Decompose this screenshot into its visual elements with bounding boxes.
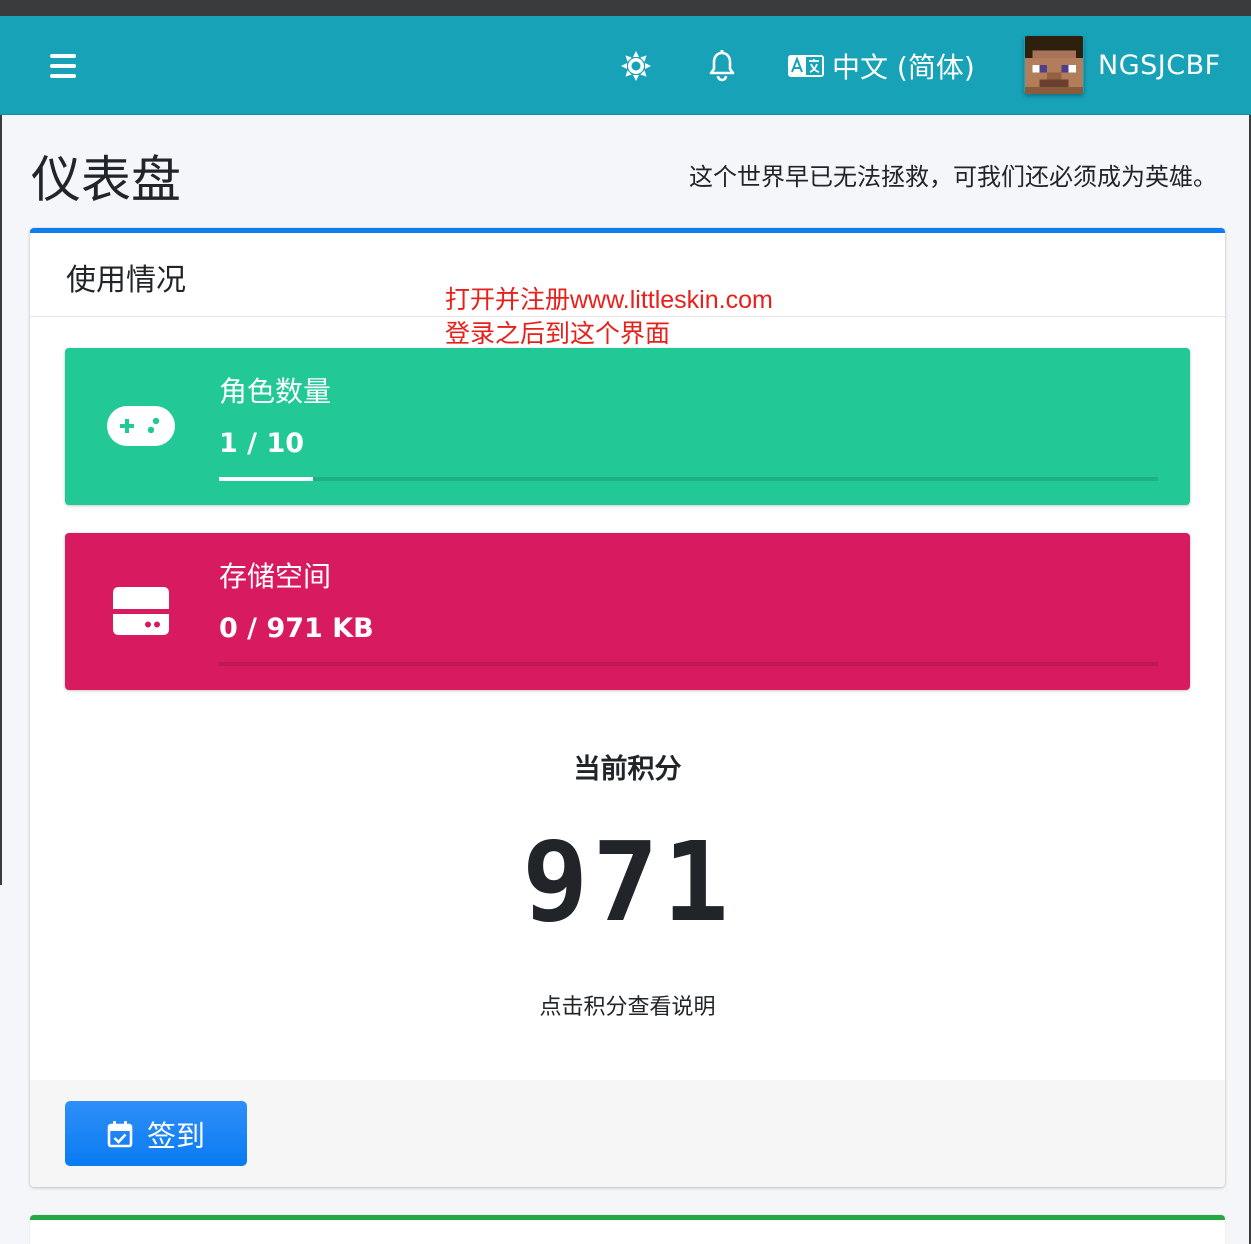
- username: NGSJCBF: [1098, 49, 1221, 81]
- storage-progress: [219, 662, 1158, 666]
- hdd-icon: [107, 581, 175, 641]
- language-label: 中文 (简体): [832, 51, 975, 84]
- top-navbar: 中文 (简体) NGSJCBF: [0, 16, 1251, 115]
- user-menu[interactable]: NGSJCBF: [1024, 36, 1221, 94]
- sidebar-toggle-button[interactable]: [50, 54, 76, 78]
- storage-usage: 0 / 971 KB: [219, 613, 374, 644]
- checkin-label: 签到: [146, 1118, 205, 1153]
- avatar: [1024, 36, 1084, 94]
- notifications-button[interactable]: [707, 50, 737, 82]
- storage-info-box: 存储空间 0 / 971 KB: [65, 533, 1190, 690]
- score-title: 当前积分: [573, 754, 682, 785]
- bell-icon: [709, 50, 735, 82]
- checkin-button[interactable]: 签到: [65, 1101, 247, 1166]
- window-left-edge: [0, 115, 2, 885]
- usage-card: 使用情况 打开并注册www.littleskin.com 登录之后到这个界面 角…: [30, 228, 1225, 1187]
- window-top-strip: [0, 0, 1251, 16]
- red-annotation: 打开并注册www.littleskin.com 登录之后到这个界面: [445, 283, 773, 351]
- score-value[interactable]: 971: [30, 818, 1225, 946]
- translate-icon: [788, 55, 824, 77]
- players-info-box: 角色数量 1 / 10: [65, 348, 1190, 505]
- players-progress-bar: [219, 477, 313, 481]
- calendar-check-icon: [107, 1120, 133, 1147]
- page-title: 仪表盘: [31, 151, 181, 209]
- players-progress: [219, 477, 1158, 481]
- storage-label: 存储空间: [219, 560, 332, 593]
- sun-icon: [621, 51, 651, 81]
- annotation-line-1: 打开并注册www.littleskin.com: [445, 286, 773, 314]
- players-label: 角色数量: [219, 375, 332, 408]
- theme-toggle-button[interactable]: [620, 50, 652, 82]
- annotation-line-2: 登录之后到这个界面: [445, 320, 671, 348]
- players-count: 1 / 10: [219, 428, 305, 459]
- language-selector[interactable]: 中文 (简体): [788, 46, 975, 86]
- page-motto: 这个世界早已无法拯救，可我们还必须成为英雄。: [689, 163, 1217, 191]
- next-card: [30, 1215, 1225, 1244]
- gamepad-icon: [107, 396, 175, 456]
- score-hint: 点击积分查看说明: [539, 995, 716, 1020]
- bars-icon: [50, 54, 76, 58]
- card-footer: 签到: [30, 1080, 1225, 1187]
